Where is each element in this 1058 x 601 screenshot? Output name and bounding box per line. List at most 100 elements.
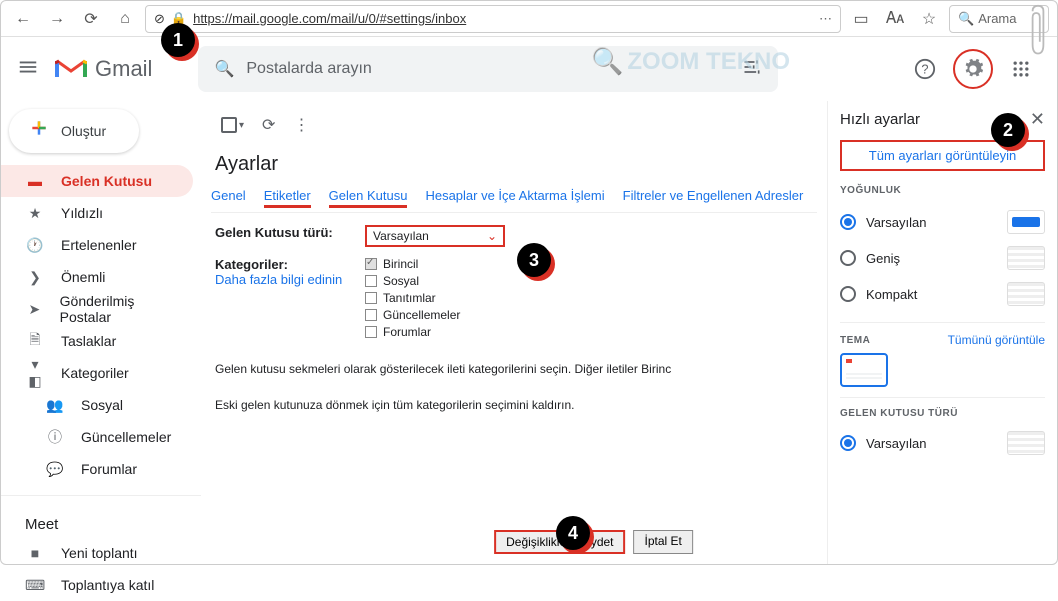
sidebar-item-starred[interactable]: ★Yıldızlı [1,197,193,229]
sidebar: Oluştur ▬Gelen Kutusu ★Yıldızlı 🕐Ertelen… [1,101,201,564]
gmail-brand-text: Gmail [95,56,152,82]
refresh-icon[interactable]: ⟳ [262,115,275,135]
tab-accounts[interactable]: Hesaplar ve İçe Aktarma İşlemi [425,188,604,208]
lock-icon: 🔒 [171,11,187,27]
watermark: 🔍 ZOOM TEKNO [591,46,790,77]
quick-settings-panel: Hızlı ayarlar ✕ Tüm ayarları görüntüleyi… [827,101,1057,564]
tab-general[interactable]: Genel [211,188,246,208]
select-all-checkbox[interactable]: ▾ [221,117,244,133]
sidebar-item-important[interactable]: ❯Önemli [1,261,193,293]
sidebar-item-inbox[interactable]: ▬Gelen Kutusu [1,165,193,197]
compose-button[interactable]: Oluştur [9,109,139,153]
tab-filters[interactable]: Filtreler ve Engellenen Adresler [623,188,804,208]
category-updates[interactable]: Güncellemeler [365,308,460,322]
keyboard-icon: ⌨ [25,577,45,594]
menu-icon[interactable] [17,56,39,83]
inbox-type-default[interactable]: Varsayılan [840,427,1045,459]
search-icon: 🔍 [214,59,234,79]
inbox-thumb-icon [1007,431,1045,455]
save-button[interactable]: Değişiklikleri Kaydet [494,530,625,554]
sidebar-item-drafts[interactable]: 🗎Taslaklar [1,325,193,357]
sidebar-item-forums[interactable]: 💬Forumlar [1,453,193,485]
clock-icon: 🕐 [25,237,45,254]
main-content: ▾ ⟳ ⋮ Ayarlar Genel Etiketler Gelen Kutu… [201,101,827,564]
svg-text:?: ? [921,62,928,77]
inbox-type-label: Gelen Kutusu türü: [215,225,365,247]
browser-toolbar: ← → ⟳ ⌂ ⊘ 🔒 https://mail.google.com/mail… [1,1,1057,37]
density-compact[interactable]: Kompakt [840,276,1045,312]
category-social[interactable]: Sosyal [365,274,460,288]
video-icon: ■ [25,545,45,561]
home-button[interactable]: ⌂ [111,5,139,33]
forum-icon: 💬 [45,461,65,478]
sidebar-item-updates[interactable]: ⓘGüncellemeler [1,421,193,453]
info-icon: ⓘ [45,427,65,447]
density-comfortable[interactable]: Geniş [840,240,1045,276]
density-section-title: YOĞUNLUK [840,185,1045,196]
reader-icon[interactable]: ▭ [847,5,875,33]
search-icon: 🔍 [958,11,974,27]
categories-label: Kategoriler: [215,257,365,272]
sidebar-item-new-meeting[interactable]: ■Yeni toplantı [1,537,193,569]
gmail-m-icon [55,57,87,81]
reload-button[interactable]: ⟳ [77,5,105,33]
description-2: Eski gelen kutunuza dönmek için tüm kate… [215,395,813,417]
toolbar: ▾ ⟳ ⋮ [211,101,817,149]
sent-icon: ➤ [25,301,44,318]
settings-gear-icon[interactable] [953,49,993,89]
tab-labels[interactable]: Etiketler [264,188,311,208]
star-icon: ★ [25,205,45,222]
inbox-type-section-title: GELEN KUTUSU TÜRÜ [840,408,1045,419]
url-bar[interactable]: ⊘ 🔒 https://mail.google.com/mail/u/0/#se… [145,5,841,33]
shield-icon: ⊘ [154,11,165,27]
gmail-logo[interactable]: Gmail [55,56,152,82]
gmail-header: Gmail 🔍 Postalarda arayın ? [1,37,1057,101]
close-icon[interactable]: ✕ [1030,109,1045,130]
translate-icon[interactable]: 🗛 [881,5,909,33]
sidebar-item-join-meeting[interactable]: ⌨Toplantıya katıl [1,569,193,601]
density-thumb-icon [1007,210,1045,234]
back-button[interactable]: ← [9,5,37,33]
radio-icon [840,250,856,266]
settings-tabs: Genel Etiketler Gelen Kutusu Hesaplar ve… [211,188,817,213]
category-forums[interactable]: Forumlar [365,325,460,339]
inbox-icon: ▬ [25,173,45,189]
url-text: https://mail.google.com/mail/u/0/#settin… [193,11,466,26]
learn-more-link[interactable]: Daha fazla bilgi edinin [215,272,365,287]
people-icon: 👥 [45,397,65,414]
meet-section-title: Meet [1,506,201,537]
density-thumb-icon [1007,282,1045,306]
sidebar-item-snoozed[interactable]: 🕐Ertelenenler [1,229,193,261]
density-thumb-icon [1007,246,1045,270]
theme-section-title: TEMA [840,335,870,346]
theme-thumbnail[interactable] [840,353,888,387]
cancel-button[interactable]: İptal Et [634,530,693,554]
more-icon[interactable]: ⋯ [819,11,832,27]
radio-icon [840,214,856,230]
draft-icon: 🗎 [25,329,45,353]
tab-inbox[interactable]: Gelen Kutusu [329,188,408,208]
radio-icon [840,435,856,451]
density-default[interactable]: Varsayılan [840,204,1045,240]
important-icon: ❯ [25,269,45,286]
bookmark-icon[interactable]: ☆ [915,5,943,33]
view-all-themes-link[interactable]: Tümünü görüntüle [948,333,1045,347]
inbox-type-select[interactable]: Varsayılan ⌄ [365,225,505,247]
settings-title: Ayarlar [215,153,817,176]
more-menu-icon[interactable]: ⋮ [293,115,309,135]
paperclip-decoration [1029,1,1047,61]
category-promotions[interactable]: Tanıtımlar [365,291,460,305]
quick-settings-title: Hızlı ayarlar [840,111,920,128]
magnify-icon: 🔍 [591,46,623,77]
sidebar-item-categories[interactable]: ▾ ◧Kategoriler [1,357,193,389]
radio-icon [840,286,856,302]
sidebar-item-social[interactable]: 👥Sosyal [1,389,193,421]
help-icon[interactable]: ? [905,49,945,89]
category-primary[interactable]: Birincil [365,257,460,271]
see-all-settings-button[interactable]: Tüm ayarları görüntüleyin [840,140,1045,171]
forward-button[interactable]: → [43,5,71,33]
chevron-down-icon: ▾ ◧ [25,356,45,390]
description-1: Gelen kutusu sekmeleri olarak gösterilec… [215,359,813,381]
plus-icon [29,118,49,144]
sidebar-item-sent[interactable]: ➤Gönderilmiş Postalar [1,293,193,325]
